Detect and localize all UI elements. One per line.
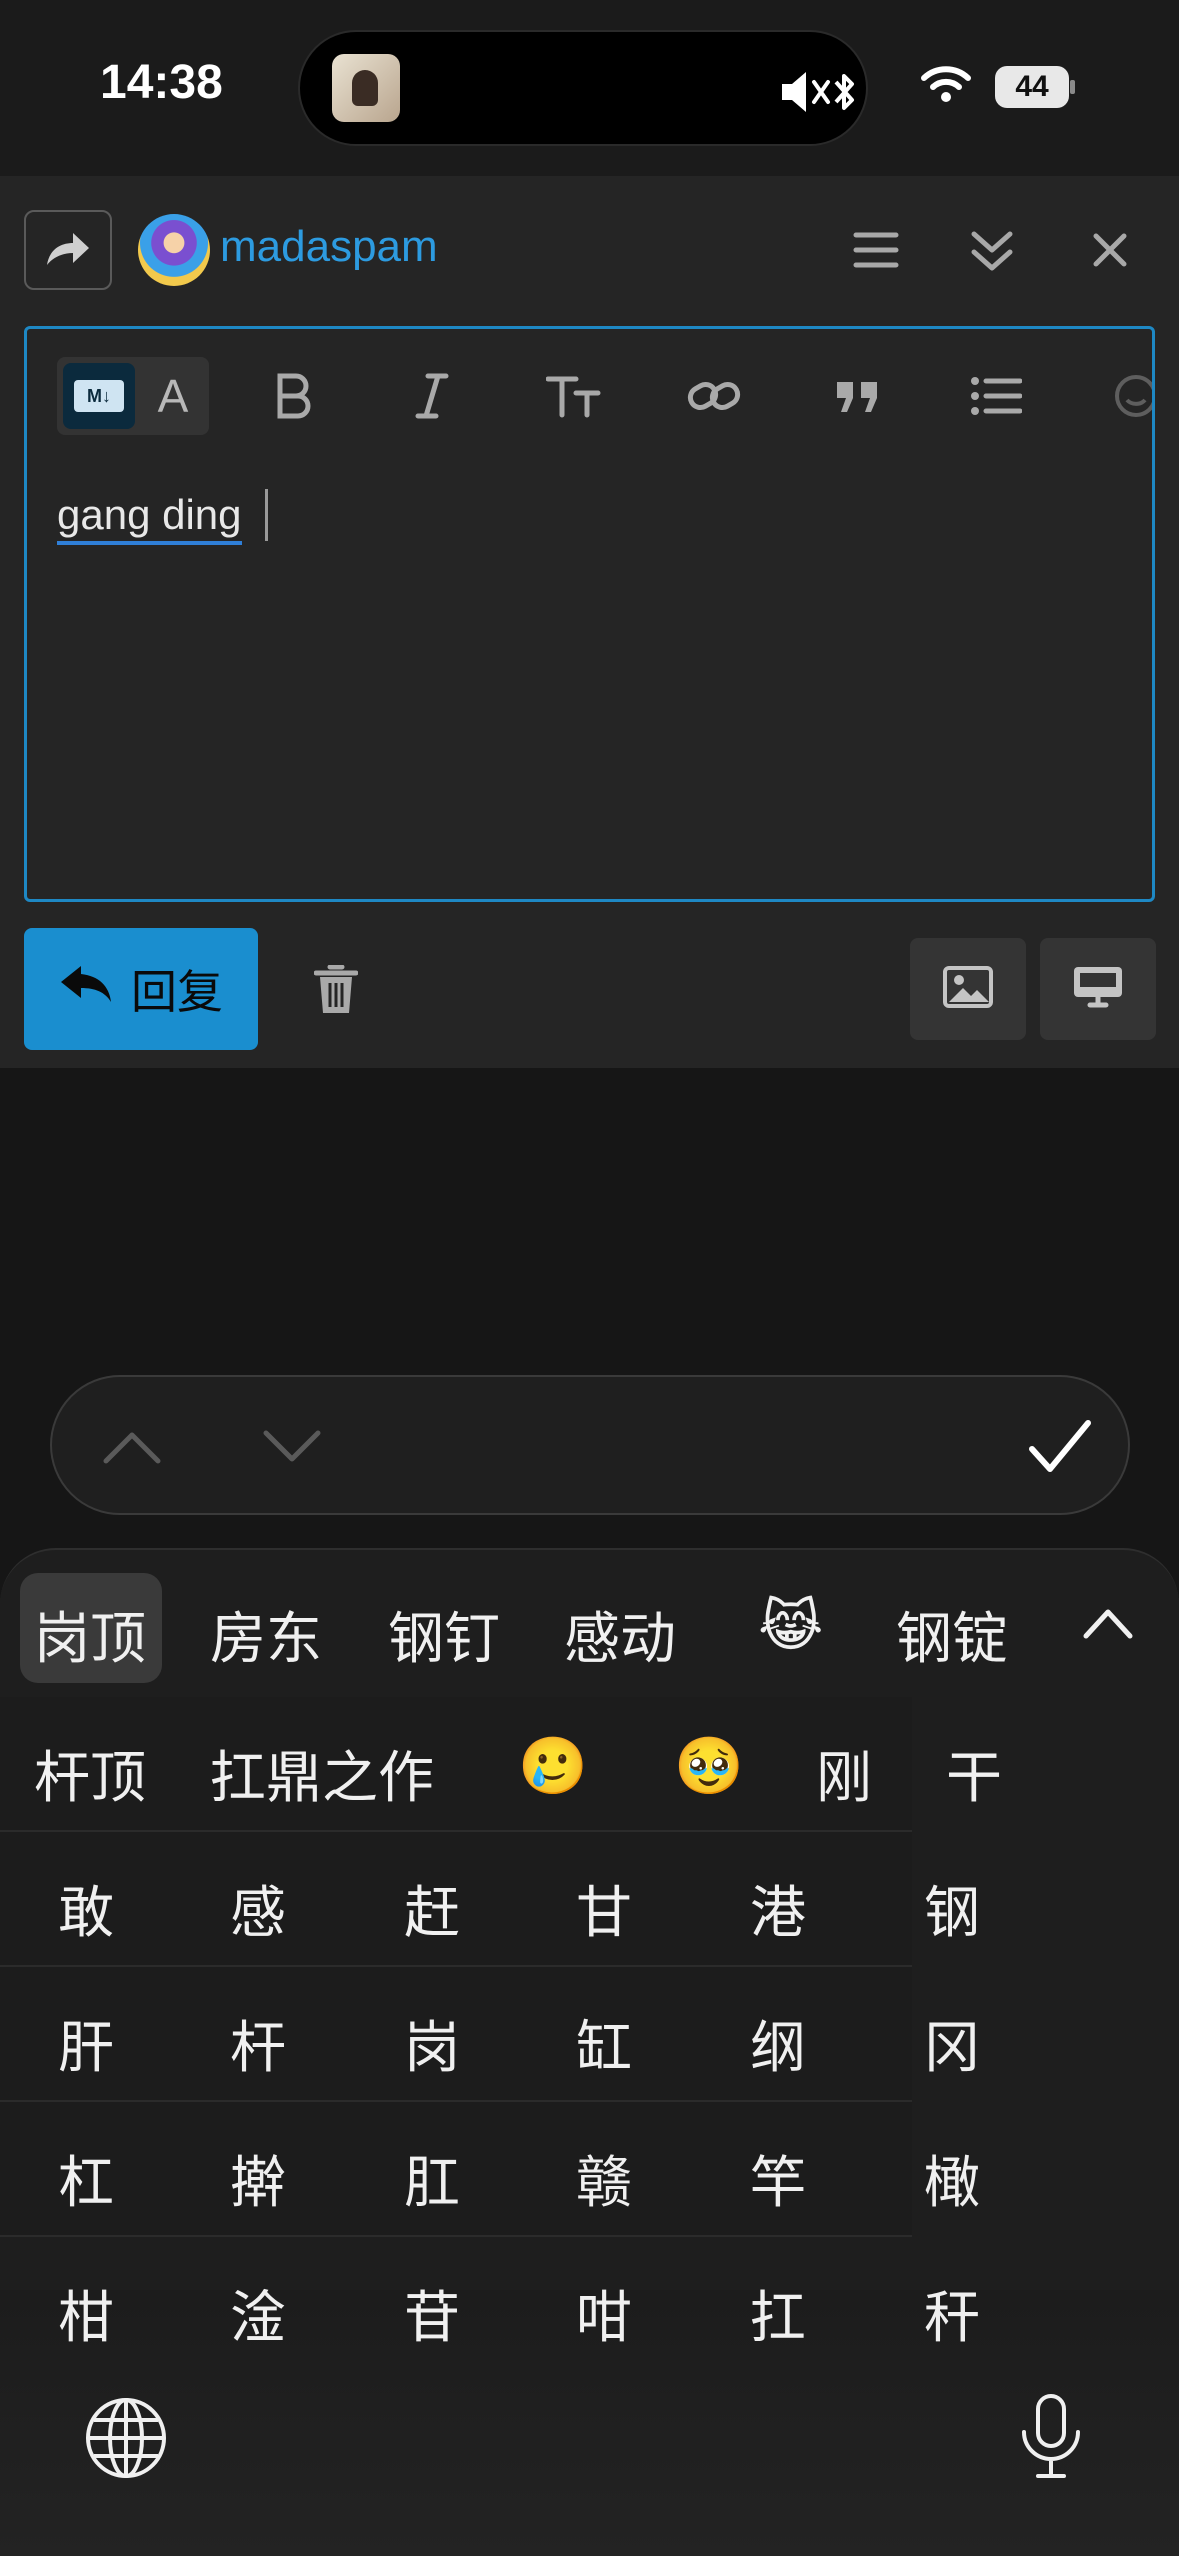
candidate[interactable]: 苷	[404, 2273, 460, 2354]
candidate-row: 杠 擀 肛 赣 竿 橄	[0, 2102, 980, 2237]
candidate[interactable]: 敢	[58, 1868, 114, 1949]
candidate[interactable]: 岗顶	[34, 1594, 146, 1675]
upload-image-button[interactable]	[910, 938, 1026, 1040]
candidate[interactable]: 擀	[230, 2138, 286, 2219]
bold-icon[interactable]	[259, 363, 329, 429]
keyboard-accessory-bar	[50, 1375, 1130, 1515]
candidate[interactable]: 甘	[576, 1868, 632, 1949]
close-icon[interactable]	[1080, 220, 1140, 280]
chevron-down-icon[interactable]	[252, 1407, 332, 1487]
candidate[interactable]: 钢锭	[896, 1594, 1008, 1675]
text-caret	[265, 489, 268, 541]
candidate[interactable]: 淦	[230, 2273, 286, 2354]
bluetooth-icon	[830, 70, 860, 118]
avatar[interactable]	[138, 214, 210, 286]
candidate[interactable]: 🥹	[674, 1733, 744, 1799]
quote-icon[interactable]	[823, 363, 893, 429]
candidate[interactable]: 感动	[564, 1594, 676, 1675]
reply-editor[interactable]: M↓ A gang ding	[24, 326, 1155, 902]
candidate[interactable]: 扛	[750, 2273, 806, 2354]
candidate[interactable]: 钢	[924, 1868, 980, 1949]
candidate[interactable]: 杠	[58, 2138, 114, 2219]
candidate[interactable]: 港	[750, 1868, 806, 1949]
candidate[interactable]: 杆	[230, 2003, 286, 2084]
image-icon	[943, 966, 993, 1012]
status-time: 14:38	[100, 56, 223, 109]
rich-text-mode-button[interactable]: A	[143, 363, 203, 429]
link-icon[interactable]	[679, 363, 749, 429]
candidate[interactable]: 扛鼎之作	[210, 1733, 434, 1814]
battery-icon: 44	[995, 66, 1069, 108]
share-icon	[43, 227, 93, 273]
candidate[interactable]: 肛	[404, 2138, 460, 2219]
collapse-icon[interactable]	[962, 220, 1022, 280]
trash-icon	[313, 964, 359, 1019]
now-playing-thumbnail	[332, 54, 400, 122]
battery-cap	[1070, 80, 1075, 94]
reply-button[interactable]: 回复	[24, 928, 258, 1050]
microphone-icon[interactable]	[1018, 2392, 1084, 2486]
candidate[interactable]: 缸	[576, 2003, 632, 2084]
candidate[interactable]: 刚	[816, 1733, 872, 1814]
globe-icon[interactable]	[84, 2396, 168, 2484]
editor-input-text[interactable]: gang ding	[57, 491, 242, 545]
candidate[interactable]: 赣	[576, 2138, 632, 2219]
desktop-icon	[1072, 965, 1124, 1013]
markdown-mode-button[interactable]: M↓	[63, 363, 135, 429]
candidate-row: 肝 杆 岗 缸 纲 冈	[0, 1967, 980, 2102]
chevron-up-icon[interactable]	[1082, 1606, 1134, 1644]
checkmark-icon[interactable]	[1020, 1407, 1100, 1487]
candidate[interactable]: 干	[946, 1733, 1002, 1814]
markdown-icon: M↓	[74, 380, 124, 412]
dynamic-island[interactable]	[298, 30, 868, 146]
candidate[interactable]: 竿	[750, 2138, 806, 2219]
reply-to-username[interactable]: madaspam	[220, 222, 438, 272]
candidate[interactable]: 😹	[758, 1594, 823, 1659]
candidate[interactable]: 咁	[576, 2273, 632, 2354]
italic-icon[interactable]	[397, 363, 467, 429]
candidate[interactable]: 柑	[58, 2273, 114, 2354]
discard-button[interactable]	[300, 956, 372, 1028]
candidate[interactable]: 纲	[750, 2003, 806, 2084]
candidate-row: 敢 感 赶 甘 港 钢	[0, 1832, 980, 1967]
candidate[interactable]: 秆	[924, 2273, 980, 2354]
heading-icon[interactable]	[539, 363, 609, 429]
wifi-icon	[920, 64, 972, 108]
candidate[interactable]: 冈	[924, 2003, 980, 2084]
reply-button-label: 回复	[131, 965, 223, 1019]
chevron-up-icon[interactable]	[92, 1407, 172, 1487]
candidate[interactable]: 房东	[210, 1594, 322, 1675]
candidate[interactable]: 🥲	[518, 1733, 588, 1799]
candidate[interactable]: 岗	[404, 2003, 460, 2084]
share-button[interactable]	[24, 210, 112, 290]
candidate[interactable]: 肝	[58, 2003, 114, 2084]
candidate[interactable]: 杆顶	[34, 1733, 146, 1814]
candidate[interactable]: 赶	[404, 1868, 460, 1949]
candidate[interactable]: 感	[230, 1868, 286, 1949]
candidate[interactable]: 钢钉	[388, 1594, 500, 1675]
menu-icon[interactable]	[846, 220, 906, 280]
list-icon[interactable]	[961, 363, 1031, 429]
reply-icon	[59, 962, 113, 1017]
editor-mode-toggle: M↓ A	[57, 357, 209, 435]
emoji-icon[interactable]	[1101, 363, 1152, 429]
candidate-row: 杆顶 扛鼎之作 🥲 🥹 刚 干	[0, 1697, 1002, 1832]
candidate-row: 柑 淦 苷 咁 扛 秆	[0, 2237, 980, 2372]
candidate[interactable]: 橄	[924, 2138, 980, 2219]
toggle-preview-button[interactable]	[1040, 938, 1156, 1040]
